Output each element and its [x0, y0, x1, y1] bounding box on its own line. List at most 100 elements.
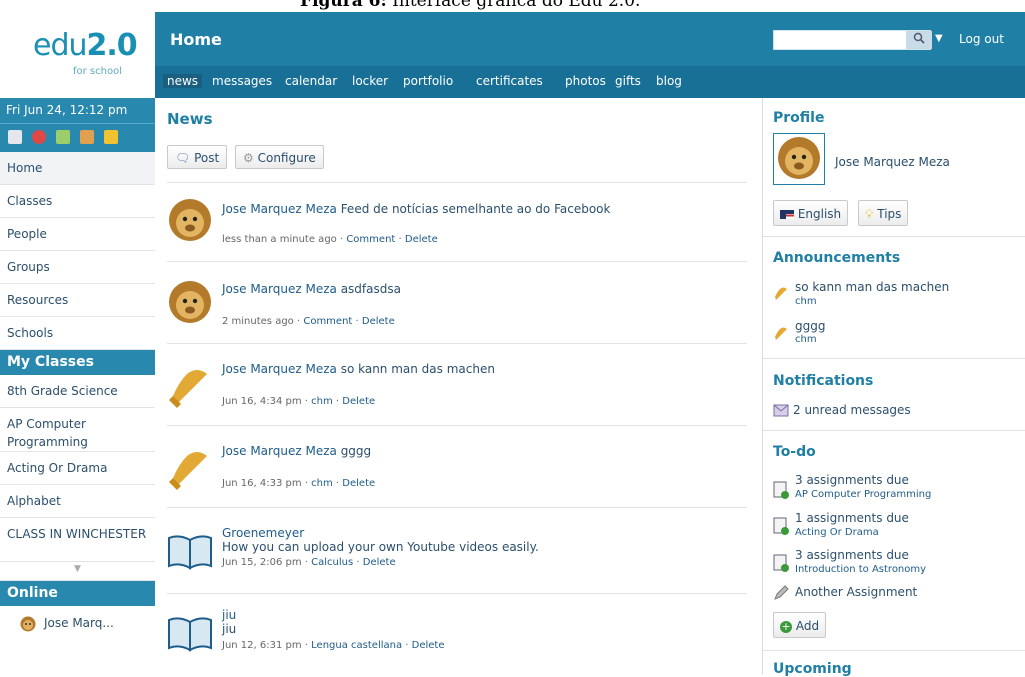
caption-text: Interface gráfica do Edu 2.0. [386, 0, 641, 11]
lion-avatar-icon [20, 616, 36, 632]
sidebar-class-item[interactable]: Alphabet [0, 485, 155, 518]
assignment-icon [773, 554, 789, 572]
people-icon[interactable] [80, 130, 94, 144]
tab-locker[interactable]: locker [352, 74, 388, 88]
feed-author[interactable]: Jose Marquez Meza [222, 362, 337, 376]
todo-class[interactable]: Acting Or Drama [795, 527, 879, 538]
language-label: English [797, 207, 842, 221]
more-chevron-icon[interactable]: ▼ [0, 562, 155, 581]
sidebar-item-groups[interactable]: Groups [0, 251, 155, 284]
sidebar-class-item[interactable]: Acting Or Drama [0, 452, 155, 485]
bell-icon [169, 370, 207, 408]
divider [167, 507, 747, 508]
language-button[interactable]: English [773, 200, 849, 226]
delete-link[interactable]: Delete [412, 640, 445, 651]
announcement-class[interactable]: chm [795, 334, 817, 345]
lion-avatar-icon [169, 199, 211, 241]
news-heading: News [167, 110, 213, 128]
configure-button[interactable]: ⚙ Configure [235, 145, 324, 169]
tab-photos[interactable]: photos [565, 74, 606, 88]
bell-icon [775, 287, 787, 300]
chevron-down-icon[interactable]: ▼ [935, 30, 943, 48]
class-link[interactable]: Calculus [311, 557, 353, 568]
heart-icon[interactable] [32, 130, 46, 144]
tips-button[interactable]: 💡︎ Tips [858, 200, 909, 226]
announcement-title[interactable]: gggg [795, 319, 825, 333]
another-assignment-link[interactable]: Another Assignment [795, 585, 917, 599]
sidebar-class-item[interactable]: CLASS IN WINCHESTER [0, 518, 155, 562]
feed-author[interactable]: Jose Marquez Meza [222, 444, 337, 458]
help-icon[interactable] [104, 130, 118, 144]
edu20-logo[interactable]: edu2.0 for school [0, 12, 155, 98]
feed-time: Jun 16, 4:34 pm [222, 396, 302, 407]
search-icon[interactable] [906, 31, 932, 49]
search-box [773, 30, 932, 50]
class-link[interactable]: chm [311, 396, 333, 407]
delete-link[interactable]: Delete [405, 234, 438, 245]
profile-name[interactable]: Jose Marquez Meza [835, 155, 950, 169]
feed-text: How you can upload your own Youtube vide… [222, 540, 539, 554]
profile-avatar[interactable] [773, 133, 825, 185]
feed-author[interactable]: jiu [222, 608, 236, 622]
todo-title[interactable]: 3 assignments due [795, 473, 909, 487]
feed-author[interactable]: Groenemeyer [222, 526, 304, 540]
online-user[interactable]: Jose Marq... [0, 606, 155, 642]
delete-link[interactable]: Delete [363, 557, 396, 568]
tab-gifts[interactable]: gifts [615, 74, 641, 88]
post-button[interactable]: 🗨︎ Post [167, 145, 228, 169]
feed-author[interactable]: Jose Marquez Meza [222, 202, 337, 216]
class-link[interactable]: Lengua castellana [311, 640, 402, 651]
tab-messages[interactable]: messages [212, 74, 272, 88]
sidebar-item-resources[interactable]: Resources [0, 284, 155, 317]
sidebar-item-people[interactable]: People [0, 218, 155, 251]
tab-calendar[interactable]: calendar [285, 74, 337, 88]
sidebar-item-schools[interactable]: Schools [0, 317, 155, 350]
delete-link[interactable]: Delete [342, 396, 375, 407]
feed-item: Groenemeyer How you can upload your own … [167, 520, 747, 586]
comment-link[interactable]: Comment [303, 316, 352, 327]
tab-news[interactable]: news [163, 74, 203, 88]
add-todo-button[interactable]: + Add [773, 612, 827, 638]
feed-item: Jose Marquez Meza Feed de notícias semel… [167, 194, 747, 260]
online-heading: Online [0, 581, 155, 606]
logout-link[interactable]: Log out [959, 30, 1004, 48]
todo-title[interactable]: 1 assignments due [795, 511, 909, 525]
divider [167, 425, 747, 426]
todo-title[interactable]: 3 assignments due [795, 548, 909, 562]
class-link[interactable]: chm [311, 478, 333, 489]
feed-text: so kann man das machen [336, 362, 495, 376]
assignment-icon [773, 517, 789, 535]
feed-author[interactable]: Jose Marquez Meza [222, 282, 337, 296]
tab-certificates[interactable]: certificates [476, 74, 543, 88]
unread-messages-link[interactable]: 2 unread messages [793, 403, 911, 417]
feed-item: jiu jiu Jun 12, 6:31 pm · Lengua castell… [167, 606, 747, 672]
profile-heading: Profile [773, 110, 825, 126]
delete-link[interactable]: Delete [362, 316, 395, 327]
mail-icon[interactable] [8, 130, 22, 144]
search-input[interactable] [774, 31, 908, 47]
book-icon [168, 617, 212, 652]
gear-icon: ⚙ [243, 151, 254, 165]
feed-time: Jun 12, 6:31 pm [222, 640, 302, 651]
announcement-title[interactable]: so kann man das machen [795, 280, 949, 294]
add-label: Add [795, 619, 820, 633]
online-user-name: Jose Marq... [44, 616, 114, 630]
news-panel: News 🗨︎ Post ⚙ Configure Jose Marquez Me… [155, 98, 762, 675]
delete-link[interactable]: Delete [342, 478, 375, 489]
calendar-icon[interactable] [56, 130, 70, 144]
sidebar-item-home[interactable]: Home [0, 152, 155, 185]
sidebar-class-item[interactable]: AP Computer Programming [0, 408, 155, 452]
tab-blog[interactable]: blog [656, 74, 682, 88]
sidebar-item-classes[interactable]: Classes [0, 185, 155, 218]
right-panel: Profile Jose Marquez Meza English 💡︎ Tip… [763, 98, 1025, 677]
quick-icons [0, 123, 155, 152]
todo-class[interactable]: AP Computer Programming [795, 489, 931, 500]
divider [763, 430, 1025, 431]
speech-bubble-icon: 🗨︎ [175, 151, 191, 165]
todo-class[interactable]: Introduction to Astronomy [795, 564, 926, 575]
comment-link[interactable]: Comment [346, 234, 395, 245]
feed-text: Feed de notícias semelhante ao do Facebo… [336, 202, 611, 216]
sidebar-class-item[interactable]: 8th Grade Science [0, 375, 155, 408]
tab-portfolio[interactable]: portfolio [403, 74, 453, 88]
announcement-class[interactable]: chm [795, 296, 817, 307]
